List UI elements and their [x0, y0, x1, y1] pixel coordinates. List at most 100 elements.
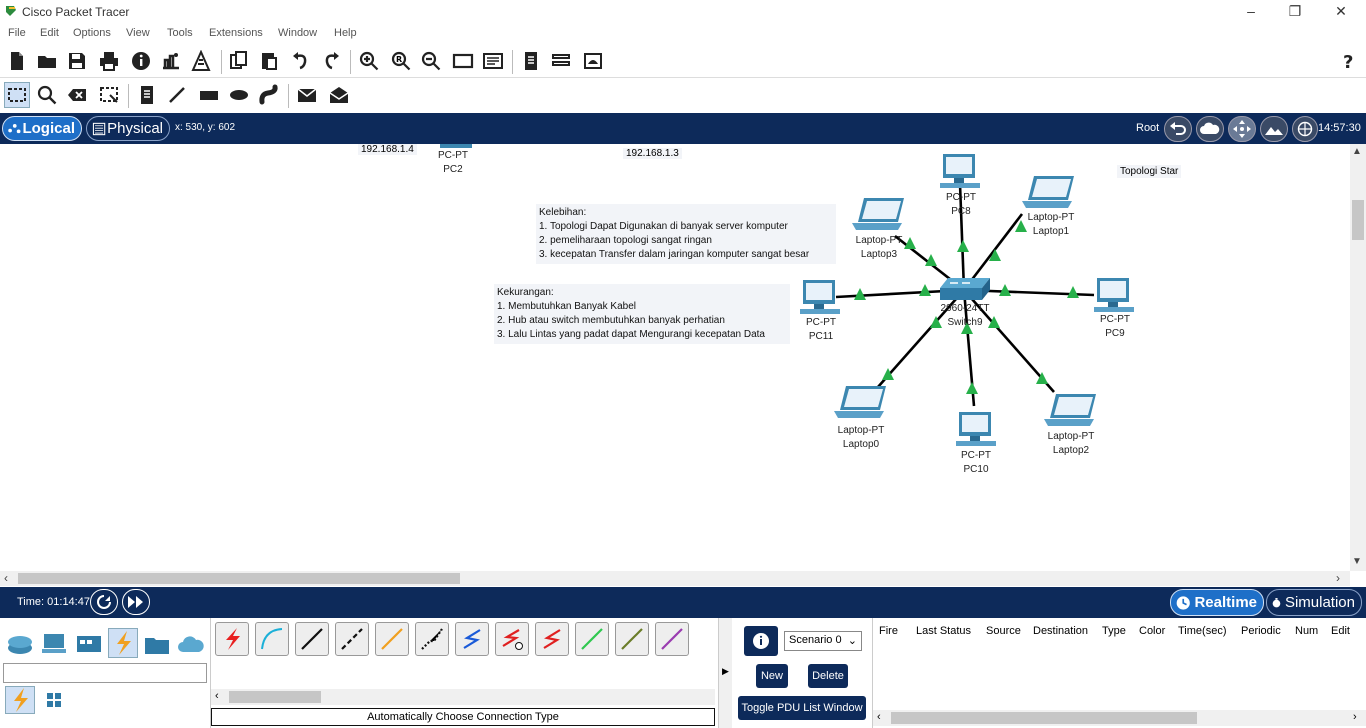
laptop2-icon[interactable] [1044, 392, 1100, 428]
switch9-icon[interactable] [940, 276, 992, 302]
cable-crossover[interactable] [335, 622, 369, 656]
info-icon[interactable] [128, 48, 154, 74]
pt-builder-icon[interactable] [188, 48, 214, 74]
pdu-column-header[interactable]: Time(sec) [1178, 625, 1226, 637]
menu-help[interactable]: Help [334, 27, 357, 39]
palette-scrollbar[interactable]: ‹ [211, 689, 715, 705]
scroll-right-icon[interactable]: › [1336, 571, 1340, 585]
select-icon[interactable] [4, 82, 30, 108]
custom-device-icon[interactable] [480, 48, 506, 74]
simple-pdu-icon[interactable] [294, 82, 320, 108]
power-cycle-button[interactable] [90, 589, 118, 615]
pdu-column-header[interactable]: Color [1139, 625, 1165, 637]
cable-coaxial[interactable] [455, 622, 489, 656]
scroll-down-icon[interactable]: ▼ [1352, 556, 1362, 567]
pdu-column-header[interactable]: Fire [879, 625, 898, 637]
cable-straight-through[interactable] [295, 622, 329, 656]
menu-tools[interactable]: Tools [167, 27, 193, 39]
open-folder-icon[interactable] [34, 48, 60, 74]
note-icon[interactable] [134, 82, 160, 108]
laptop1-icon[interactable] [1022, 174, 1078, 210]
multiuser-icon[interactable] [177, 632, 205, 659]
cable-phone[interactable] [415, 622, 449, 656]
cable-fiber[interactable] [375, 622, 409, 656]
grid-icon[interactable] [46, 692, 62, 711]
pc8-icon[interactable] [940, 152, 980, 192]
pc11-icon[interactable] [800, 278, 840, 318]
close-button[interactable]: ✕ [1326, 2, 1356, 22]
menu-window[interactable]: Window [278, 27, 317, 39]
fast-forward-button[interactable] [122, 589, 150, 615]
horizontal-scroll-thumb[interactable] [18, 573, 460, 584]
pdu-column-header[interactable]: Destination [1033, 625, 1088, 637]
move-object-button[interactable] [1228, 116, 1256, 142]
back-button[interactable] [1164, 116, 1192, 142]
delete-scenario-button[interactable]: Delete [808, 664, 848, 688]
scroll-up-icon[interactable]: ▲ [1352, 146, 1362, 157]
resize-icon[interactable] [96, 82, 122, 108]
line-icon[interactable] [164, 82, 190, 108]
note-kelebihan[interactable]: Kelebihan: 1. Topologi Dapat Digunakan d… [536, 204, 836, 264]
pdu-scrollbar[interactable]: ‹ › [873, 710, 1366, 726]
logical-workspace[interactable]: PC-PT PC2 192.168.1.4 192.168.1.3 Topolog… [0, 144, 1350, 571]
background-button[interactable] [1260, 116, 1288, 142]
redo-icon[interactable] [318, 48, 344, 74]
tab-realtime[interactable]: Realtime [1170, 589, 1264, 616]
cable-serial-dte[interactable] [535, 622, 569, 656]
save-icon[interactable] [64, 48, 90, 74]
rectangle-icon[interactable] [196, 82, 222, 108]
connections-icon[interactable] [108, 628, 138, 658]
notes-icon[interactable] [518, 48, 544, 74]
horizontal-scrollbar[interactable]: ‹ › [0, 571, 1350, 586]
pdu-column-header[interactable]: Edit [1331, 625, 1350, 637]
tab-simulation[interactable]: Simulation [1266, 589, 1362, 616]
menu-view[interactable]: View [126, 27, 150, 39]
toggle-pdu-list-button[interactable]: Toggle PDU List Window [738, 696, 866, 720]
panel-splitter[interactable]: ▶ [718, 618, 732, 728]
pdu-column-header[interactable]: Periodic [1241, 625, 1281, 637]
cluster-icon[interactable] [580, 48, 606, 74]
menu-options[interactable]: Options [73, 27, 111, 39]
activity-wizard-icon[interactable] [158, 48, 184, 74]
ellipse-icon[interactable] [226, 82, 252, 108]
help-icon[interactable]: ? [1336, 48, 1362, 74]
scroll-right-icon[interactable]: › [1353, 711, 1357, 723]
undo-icon[interactable] [288, 48, 314, 74]
viewport-button[interactable] [1292, 116, 1318, 142]
laptop0-icon[interactable] [834, 384, 890, 420]
minimize-button[interactable]: – [1236, 2, 1266, 22]
pdu-column-header[interactable]: Source [986, 625, 1021, 637]
scroll-left-icon[interactable]: ‹ [4, 571, 8, 585]
cable-usb[interactable] [655, 622, 689, 656]
cable-auto[interactable] [215, 622, 249, 656]
freeform-icon[interactable] [256, 82, 282, 108]
menu-extensions[interactable]: Extensions [209, 27, 263, 39]
end-devices-icon[interactable] [40, 632, 68, 659]
inspect-icon[interactable] [34, 82, 60, 108]
cable-octal[interactable] [575, 622, 609, 656]
tab-logical[interactable]: Logical [2, 116, 82, 141]
cable-serial-dce[interactable] [495, 622, 529, 656]
vertical-scrollbar[interactable]: ▲ ▼ [1350, 144, 1366, 571]
drawing-palette-icon[interactable] [450, 48, 476, 74]
cable-console[interactable] [255, 622, 289, 656]
scenario-select[interactable]: Scenario 0 ⌄ [784, 631, 862, 651]
pdu-column-header[interactable]: Last Status [916, 625, 971, 637]
menu-file[interactable]: File [8, 27, 26, 39]
viewport-icon[interactable] [548, 48, 574, 74]
new-file-icon[interactable] [4, 48, 30, 74]
complex-pdu-icon[interactable] [326, 82, 352, 108]
pdu-column-header[interactable]: Type [1102, 625, 1126, 637]
connections-subtype-icon[interactable] [5, 686, 35, 714]
components-icon[interactable] [75, 632, 103, 659]
scroll-left-icon[interactable]: ‹ [877, 711, 881, 723]
network-devices-icon[interactable] [6, 632, 34, 659]
palette-scroll-thumb[interactable] [229, 691, 321, 703]
pdu-column-header[interactable]: Num [1295, 625, 1318, 637]
new-scenario-button[interactable]: New [756, 664, 788, 688]
scroll-left-icon[interactable]: ‹ [215, 690, 219, 702]
note-kekurangan[interactable]: Kekurangan: 1. Membutuhkan Banyak Kabel … [494, 284, 790, 344]
copy-icon[interactable] [226, 48, 252, 74]
vertical-scroll-thumb[interactable] [1352, 200, 1364, 240]
misc-icon[interactable] [143, 632, 171, 659]
